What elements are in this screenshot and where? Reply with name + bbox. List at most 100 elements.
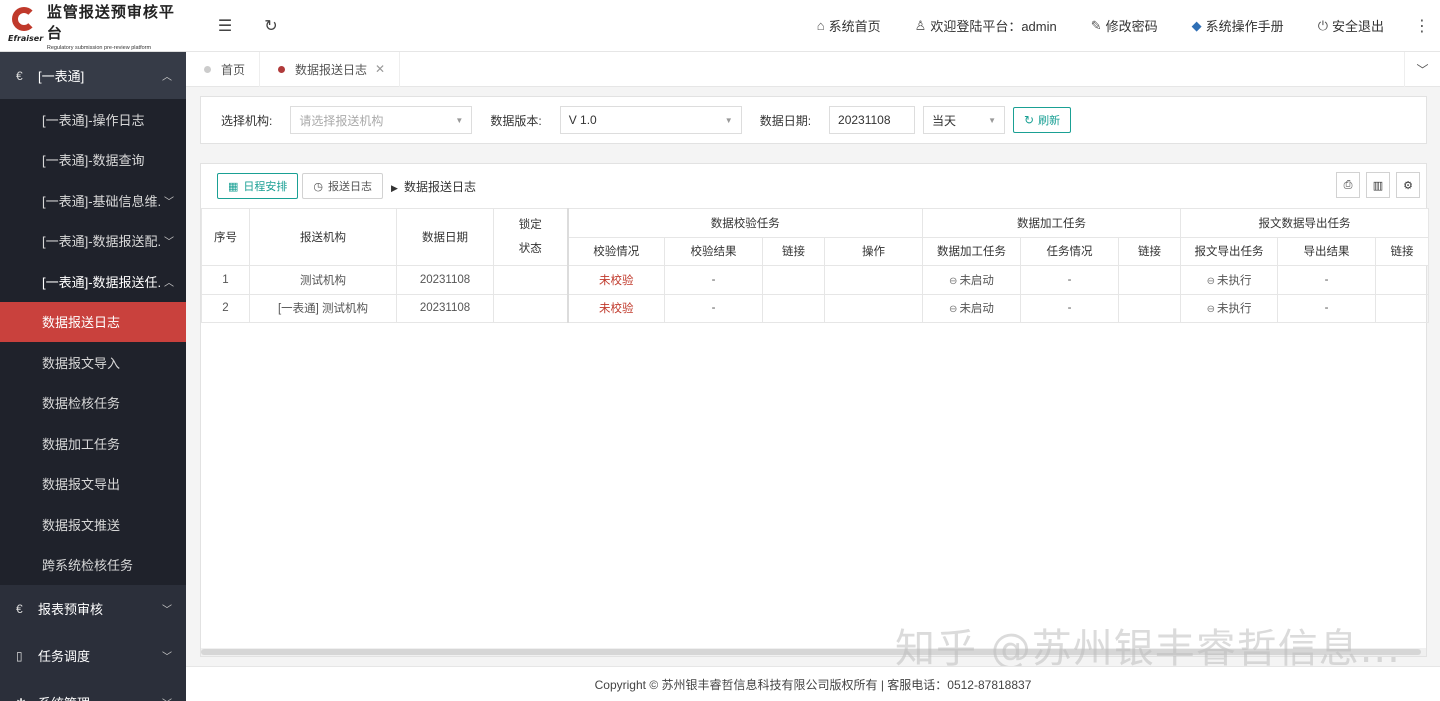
schedule-button[interactable]: ▦ 日程安排	[217, 173, 299, 199]
sidebar-item-operation-log[interactable]: [一表通]-操作日志	[0, 99, 186, 140]
welcome-user[interactable]: ♙ 欢迎登陆平台：admin	[915, 16, 1057, 35]
change-password-link[interactable]: ✎ 修改密码	[1091, 16, 1158, 35]
cell-link	[762, 293, 825, 323]
sidebar-item-label: [一表通]-数据报送配...	[42, 234, 162, 250]
print-icon[interactable]: ⎙	[1336, 172, 1360, 198]
cell-verify-status[interactable]: 未校验	[567, 265, 665, 295]
sidebar-item-check-task[interactable]: 数据检核任务	[0, 383, 186, 424]
cell-link	[762, 265, 825, 295]
cell-verify-result: -	[664, 293, 763, 323]
cell-action	[824, 293, 923, 323]
sidebar-item-report-config[interactable]: [一表通]-数据报送配... ﹀	[0, 221, 186, 262]
home-link-label: 系统首页	[828, 19, 881, 34]
sidebar-item-data-query[interactable]: [一表通]-数据查询	[0, 140, 186, 181]
sidebar-item-process-task[interactable]: 数据加工任务	[0, 423, 186, 464]
sidebar-item-message-export[interactable]: 数据报文导出	[0, 464, 186, 505]
menu-group-system-admin[interactable]: ✱ 系统管理 ﹀	[0, 679, 186, 701]
header-verify-result: 校验结果	[664, 236, 763, 266]
menu-group-task-schedule[interactable]: ▯ 任务调度 ﹀	[0, 632, 186, 679]
tab-report-log[interactable]: 数据报送日志 ✕	[260, 51, 401, 87]
menu-toggle-icon[interactable]: ☰	[202, 16, 248, 36]
menu-group-ybt[interactable]: € [一表通] ︿	[0, 52, 186, 99]
menu-group-label: 系统管理	[38, 693, 162, 701]
header-seq: 序号	[201, 208, 250, 266]
manual-label: 系统操作手册	[1205, 19, 1284, 34]
minus-circle-icon: ⊖	[949, 275, 958, 287]
header-export-group: 报文数据导出任务	[1180, 208, 1430, 238]
menu-group-label: [一表通]	[38, 69, 85, 84]
chevron-down-icon: ﹀	[164, 237, 174, 249]
refresh-icon[interactable]: ↻	[248, 16, 294, 36]
sidebar-item-report-task[interactable]: [一表通]-数据报送任... ︿	[0, 261, 186, 302]
sidebar-item-label: 数据报送日志	[42, 315, 121, 331]
chevron-down-icon: ﹀	[164, 196, 174, 208]
report-log-label: 报送日志	[328, 181, 373, 193]
home-icon: ⌂	[816, 18, 825, 33]
manual-link[interactable]: ◆ 系统操作手册	[1192, 16, 1284, 35]
logout-link[interactable]: ⏻ 安全退出	[1318, 16, 1384, 35]
close-icon[interactable]: ✕	[375, 62, 385, 76]
breadcrumb: ▶ 数据报送日志	[391, 178, 476, 195]
org-select[interactable]: 请选择报送机构 ▼	[290, 106, 473, 134]
menu-group-label: 任务调度	[38, 649, 91, 664]
home-link[interactable]: ⌂ 系统首页	[817, 16, 881, 35]
sidebar-item-report-log[interactable]: 数据报送日志	[0, 301, 186, 342]
header-date: 数据日期	[396, 208, 494, 266]
refresh-label: 刷新	[1038, 115, 1061, 127]
header-task-status: 任务情况	[1020, 236, 1119, 266]
sidebar: Efraiser 监管报送预审核平台 Regulatory submission…	[0, 0, 186, 701]
range-select[interactable]: 当天 ▼	[923, 106, 1006, 134]
sidebar-item-label: [一表通]-操作日志	[42, 112, 145, 128]
tab-dot	[204, 65, 211, 73]
report-log-button[interactable]: ◷ 报送日志	[302, 173, 384, 199]
cell-lock	[493, 293, 569, 323]
sidebar-item-cross-system-check[interactable]: 跨系统检核任务	[0, 545, 186, 586]
change-password-label: 修改密码	[1105, 19, 1158, 34]
header-lock-line1: 锁定	[518, 219, 542, 231]
sidebar-item-basic-info[interactable]: [一表通]-基础信息维... ﹀	[0, 180, 186, 221]
header-verify-status: 校验情况	[567, 236, 665, 266]
tab-label: 首页	[221, 62, 246, 77]
date-label: 数据日期:	[759, 113, 812, 128]
table-row[interactable]: 2 [一表通] 测试机构 20231108 未校验 - ⊖ 未启动 - ⊖ 未执行 …	[201, 293, 1430, 323]
report-log-table: 序号 报送机构 数据日期 锁定 状态 数据校验任务 数据加工任务 报文数据导出任务…	[201, 208, 1430, 323]
menu-group-report-review[interactable]: € 报表预审核 ﹀	[0, 585, 186, 632]
sidebar-item-label: [一表通]-数据报送任...	[42, 274, 162, 290]
header-export-result: 导出结果	[1277, 236, 1377, 266]
cell-date: 20231108	[396, 265, 494, 295]
clock-icon: ◷	[313, 180, 324, 193]
caret-down-icon: ▼	[724, 116, 733, 125]
sidebar-item-label: 数据报文导入	[42, 355, 121, 371]
book-icon: ◆	[1191, 17, 1202, 33]
sidebar-item-label: 数据报文推送	[42, 517, 121, 533]
chevron-up-icon: ︿	[162, 72, 172, 83]
header-export-task: 报文导出任务	[1180, 236, 1279, 266]
sidebar-item-message-import[interactable]: 数据报文导入	[0, 342, 186, 383]
sidebar-item-label: [一表通]-数据查询	[42, 153, 145, 169]
schedule-label: 日程安排	[243, 181, 288, 193]
caret-down-icon: ▼	[988, 116, 997, 125]
table-row[interactable]: 1 测试机构 20231108 未校验 - ⊖ 未启动 - ⊖ 未执行 -	[201, 265, 1430, 295]
more-icon[interactable]: ⋮	[1404, 16, 1440, 36]
cell-task-status: -	[1020, 265, 1119, 295]
columns-icon[interactable]: ▥	[1366, 172, 1390, 198]
logo-brand: Efraiser	[8, 33, 44, 43]
cell-seq: 1	[201, 265, 250, 295]
tab-home[interactable]: 首页	[186, 51, 261, 87]
sidebar-item-message-push[interactable]: 数据报文推送	[0, 504, 186, 545]
table-toolbar: ▦ 日程安排 ◷ 报送日志 ▶ 数据报送日志 ⎙ ▥ ⚙	[201, 164, 1426, 208]
footer: Copyright © 苏州银丰睿哲信息科技有限公司版权所有 | 客服电话：05…	[186, 666, 1440, 701]
cell-link	[1117, 293, 1182, 323]
logo-subtitle: Regulatory submission pre-review platfor…	[46, 44, 152, 51]
refresh-button[interactable]: ↻ 刷新	[1013, 107, 1072, 133]
tabs-dropdown-icon[interactable]: ﹀	[1404, 51, 1440, 87]
pencil-icon: ✎	[1090, 17, 1102, 33]
version-select[interactable]: V 1.0 ▼	[559, 106, 742, 134]
date-input[interactable]: 20231108	[829, 106, 916, 134]
cell-export-task: ⊖ 未执行	[1180, 293, 1279, 323]
version-value: V 1.0	[568, 113, 597, 127]
settings-icon[interactable]: ⚙	[1396, 172, 1420, 198]
logout-label: 安全退出	[1331, 19, 1384, 34]
currency-icon: €	[16, 68, 23, 83]
cell-verify-status[interactable]: 未校验	[567, 293, 665, 323]
